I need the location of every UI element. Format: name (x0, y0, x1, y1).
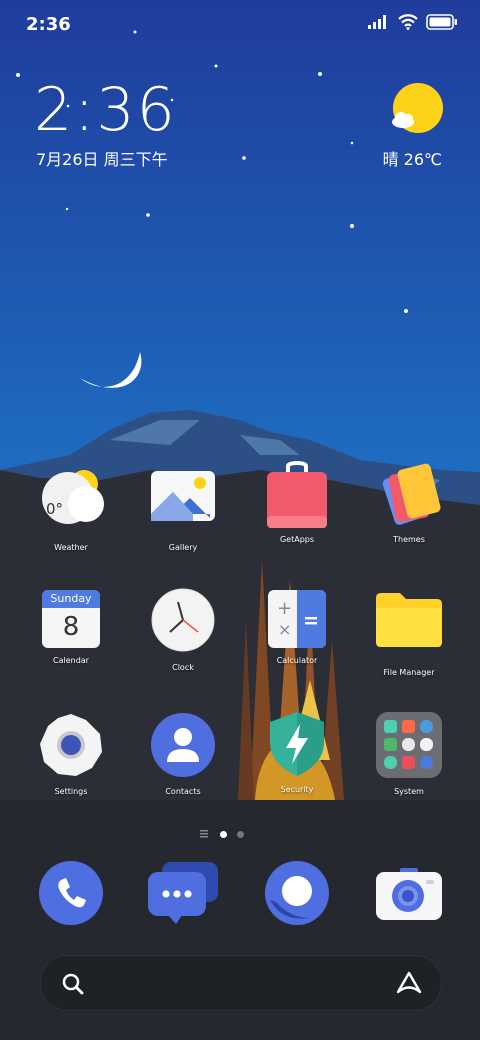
app-clock[interactable]: Clock (128, 588, 238, 672)
page-dot[interactable] (237, 830, 244, 838)
status-bar: 2:36 (0, 0, 480, 50)
page-indicator[interactable] (200, 830, 244, 838)
settings-icon (36, 712, 106, 782)
sun-icon (392, 83, 443, 133)
dock-messaging[interactable] (148, 860, 218, 930)
app-label: Security (280, 785, 314, 794)
app-label: System (394, 787, 424, 796)
weather-icon-temp: 0° (46, 500, 63, 518)
themes-icon (374, 460, 444, 530)
wifi-icon (398, 14, 418, 30)
clock-icon (148, 588, 218, 658)
app-label: Calendar (53, 656, 89, 665)
calendar-icon: Sunday 8 (42, 590, 100, 648)
clock-widget-date: 7月26日 周三下午 (36, 150, 168, 169)
clock-widget-time[interactable]: 2:36 (34, 80, 177, 140)
browser-icon (265, 861, 329, 925)
app-contacts[interactable]: Contacts (128, 712, 238, 796)
system-folder-icon (374, 712, 444, 782)
app-label: Themes (393, 535, 425, 544)
svg-text:+: + (277, 598, 292, 619)
app-label: Weather (54, 543, 88, 552)
app-label: GetApps (279, 535, 315, 544)
app-system-folder[interactable]: System (354, 712, 464, 796)
app-calculator[interactable]: + × Calculator (242, 590, 352, 665)
app-settings[interactable]: Settings (16, 712, 126, 796)
svg-text:×: × (278, 620, 291, 639)
app-calendar[interactable]: Sunday 8 Calendar (16, 590, 126, 665)
signal-icon (368, 15, 386, 29)
dock-phone[interactable] (36, 860, 106, 930)
dock-browser[interactable] (262, 860, 332, 930)
camera-icon (376, 868, 442, 920)
getapps-icon (262, 460, 332, 530)
message-icon (148, 862, 218, 924)
search-icon (62, 973, 84, 995)
app-themes[interactable]: Themes (354, 460, 464, 544)
status-icons (368, 14, 458, 30)
phone-icon (39, 861, 103, 925)
app-gallery[interactable]: Gallery (128, 468, 238, 552)
app-file-manager[interactable]: File Manager (354, 590, 464, 677)
app-getapps[interactable]: GetApps (242, 460, 352, 544)
calendar-date: 8 (62, 612, 80, 642)
calculator-icon: + × (268, 590, 326, 648)
assistant-icon[interactable] (395, 970, 423, 996)
app-weather[interactable]: 0° Weather (16, 468, 126, 552)
security-icon (262, 710, 332, 780)
app-label: Settings (54, 787, 88, 796)
weather-icon: 0° (36, 468, 106, 538)
app-security[interactable]: Security (242, 710, 352, 794)
weather-summary[interactable]: 晴 26℃ (383, 146, 442, 170)
app-label: Gallery (168, 543, 198, 552)
dock-camera[interactable] (374, 860, 444, 930)
app-label: File Manager (383, 668, 435, 677)
menu-lines-icon (200, 830, 208, 838)
search-bar[interactable] (40, 955, 442, 1011)
status-time: 2:36 (26, 14, 71, 35)
battery-icon (426, 14, 457, 30)
gallery-icon (148, 468, 218, 538)
app-label: Contacts (165, 787, 201, 796)
folder-icon (374, 590, 444, 660)
page-dot-active[interactable] (220, 830, 227, 838)
contacts-icon (148, 712, 218, 782)
calendar-day: Sunday (42, 590, 100, 608)
app-label: Clock (172, 663, 194, 672)
app-label: Calculator (276, 656, 318, 665)
